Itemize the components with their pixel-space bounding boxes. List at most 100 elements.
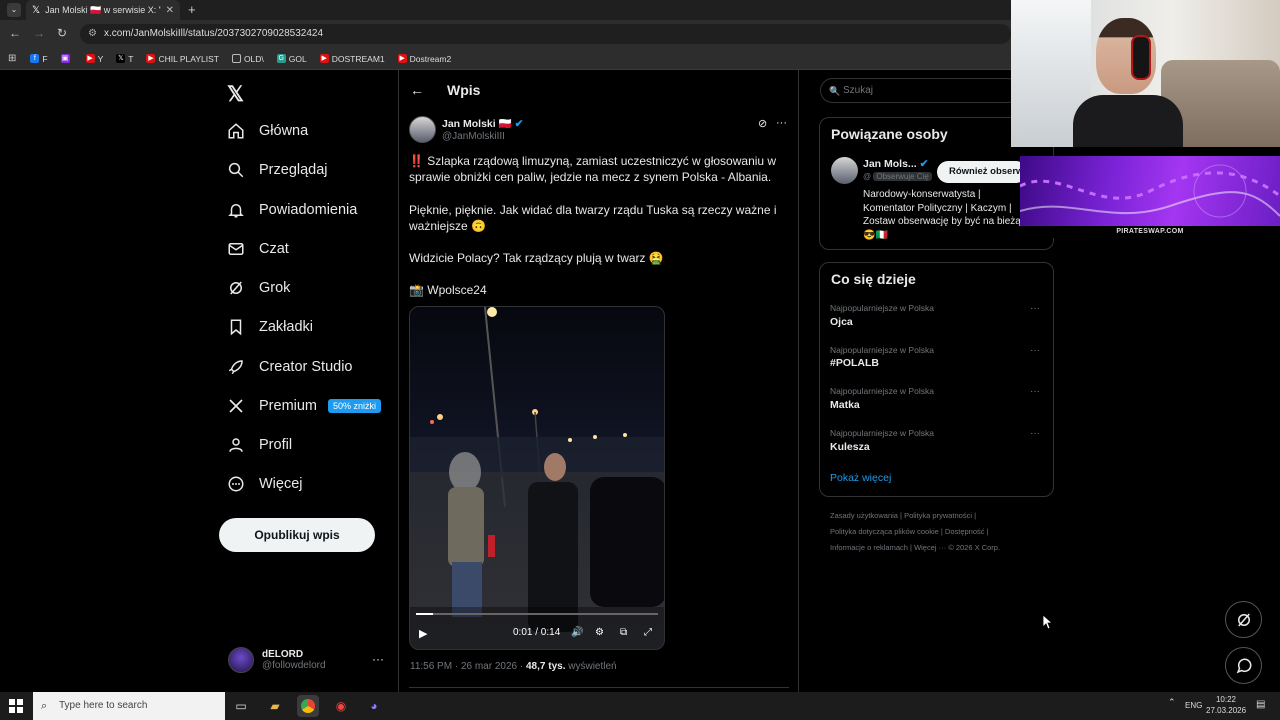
chrome-icon[interactable] xyxy=(297,695,319,717)
author-name[interactable]: Jan Molski 🇵🇱 ✔ xyxy=(442,117,523,130)
related-bio: Narodowy-konserwatysta | Komentator Poli… xyxy=(863,189,1021,241)
post-more-icon[interactable]: ··· xyxy=(776,117,787,129)
fullscreen-icon[interactable]: ⤢ xyxy=(644,627,652,638)
volume-icon[interactable]: 🔊 xyxy=(571,627,583,638)
back-arrow-icon[interactable]: ← xyxy=(410,82,424,98)
trend-name[interactable]: Matka xyxy=(830,399,860,411)
author-avatar[interactable] xyxy=(409,116,436,143)
tray-overflow-icon[interactable]: ⌃ xyxy=(1168,697,1176,708)
nav-label: Grok xyxy=(259,280,291,296)
premium-discount-badge: 50% zniżki xyxy=(328,399,382,413)
account-handle: @followdelord xyxy=(262,660,326,671)
trend-more-icon[interactable]: ··· xyxy=(1030,303,1040,314)
video-frame xyxy=(410,307,664,649)
messages-floating-button[interactable] xyxy=(1225,647,1262,684)
taskbar-search-input[interactable]: ⌕ Type here to search xyxy=(33,692,225,720)
grok-floating-button[interactable] xyxy=(1225,601,1262,638)
back-icon[interactable]: ← xyxy=(9,26,21,40)
post-timestamp[interactable]: 11:56 PM · 26 mar 2026 xyxy=(410,661,517,672)
bookmark-item[interactable]: ▶ CHIL PLAYLIST xyxy=(146,54,219,64)
discord-app-icon[interactable]: ◕ xyxy=(363,695,385,717)
trend-name[interactable]: Ojca xyxy=(830,316,853,328)
close-tab-icon[interactable]: ✕ xyxy=(166,5,180,16)
nav-label: Powiadomienia xyxy=(259,202,358,218)
nav-more[interactable]: Więcej xyxy=(227,475,303,493)
account-more-icon[interactable]: ··· xyxy=(372,652,384,666)
footer-links[interactable]: Informacje o reklamach | Więcej ··· © 20… xyxy=(830,543,1000,552)
post-text-paragraph: ‼️ Szlapka rządową limuzyną, zamiast ucz… xyxy=(409,154,777,184)
related-name[interactable]: Jan Mols... ✔ xyxy=(863,158,928,170)
bookmark-item[interactable]: ▣ xyxy=(60,54,73,63)
youtube-icon: ▶ xyxy=(85,54,95,63)
url-field[interactable]: ⚙ x.com/JanMolskiIll/status/203730270902… xyxy=(80,24,1011,44)
bookmark-item[interactable]: ▶ Y xyxy=(85,54,103,64)
nav-label: Przeglądaj xyxy=(259,162,328,178)
reload-icon[interactable]: ↻ xyxy=(57,26,67,40)
bookmark-item[interactable]: G GOL xyxy=(276,54,307,64)
bookmark-folder[interactable]: OLD\ xyxy=(231,54,264,64)
nav-bookmarks[interactable]: Zakładki xyxy=(227,318,313,336)
file-explorer-icon[interactable]: ▰ xyxy=(264,695,286,717)
youtube-icon: ▶ xyxy=(146,54,156,63)
publish-post-button[interactable]: Opublikuj wpis xyxy=(219,518,375,552)
tab-search-button[interactable]: ⌄ xyxy=(7,3,21,17)
bookmark-item[interactable]: ▶ Dostream2 xyxy=(397,54,451,64)
nav-profile[interactable]: Profil xyxy=(227,436,292,454)
task-view-icon[interactable]: ▭ xyxy=(230,695,252,717)
new-tab-button[interactable]: + xyxy=(188,2,196,17)
picture-in-picture-icon[interactable]: ⧉ xyxy=(620,627,627,638)
nav-creator-studio[interactable]: Creator Studio xyxy=(227,358,353,376)
browser-tab[interactable]: 𝕏 Jan Molski 🇵🇱 w serwisie X: " ✕ xyxy=(26,0,180,20)
search-input[interactable]: 🔍 Szukaj xyxy=(820,78,1020,103)
trend-more-icon[interactable]: ··· xyxy=(1030,428,1040,439)
site-info-icon[interactable]: ⚙ xyxy=(88,24,97,44)
related-avatar[interactable] xyxy=(831,157,858,184)
system-clock[interactable]: 10:22 27.03.2026 xyxy=(1206,694,1246,716)
nav-notifications[interactable]: Powiadomienia xyxy=(227,201,357,219)
forward-icon[interactable]: → xyxy=(33,26,45,40)
mail-icon xyxy=(228,243,244,255)
follows-you-badge: @ Obserwuje Cię xyxy=(863,172,932,181)
footer-links[interactable]: Polityka dotycząca plików cookie | Dostę… xyxy=(830,527,989,536)
folder-icon xyxy=(231,54,241,63)
nav-chat[interactable]: Czat xyxy=(227,240,289,258)
youtube-icon: ▶ xyxy=(319,54,329,63)
account-switcher[interactable]: dELORD @followdelord xyxy=(228,647,326,673)
apps-grid-icon[interactable]: ⊞ xyxy=(8,53,16,64)
windows-start-icon[interactable] xyxy=(9,699,23,713)
author-handle[interactable]: @JanMolskiIII xyxy=(442,131,505,142)
show-more-link[interactable]: Pokaż więcej xyxy=(830,472,891,484)
grok-explain-icon[interactable]: ⊘ xyxy=(758,117,767,130)
bookmark-item[interactable]: 𝕏T xyxy=(116,54,133,64)
twitch-icon: ▣ xyxy=(60,54,70,63)
nav-label: Więcej xyxy=(259,476,303,492)
x-icon xyxy=(229,399,243,413)
video-progress-track[interactable] xyxy=(416,613,658,615)
trend-more-icon[interactable]: ··· xyxy=(1030,345,1040,356)
nav-explore[interactable]: Przeglądaj xyxy=(227,161,328,179)
views-label: wyświetleń xyxy=(568,661,617,672)
bookmark-item[interactable]: fF xyxy=(30,54,48,64)
obs-app-icon[interactable]: ◉ xyxy=(330,695,352,717)
x-logo-icon[interactable]: 𝕏 xyxy=(227,82,244,107)
clock-date: 27.03.2026 xyxy=(1206,706,1247,715)
settings-icon[interactable]: ⚙ xyxy=(595,627,604,638)
column-divider xyxy=(798,70,799,692)
trend-name[interactable]: #POLALB xyxy=(830,357,879,369)
play-icon[interactable]: ▶ xyxy=(419,627,427,640)
video-player[interactable] xyxy=(409,306,665,650)
chat-bubble-icon xyxy=(1236,658,1251,673)
nav-premium[interactable]: Premium 50% zniżki xyxy=(227,397,382,415)
trend-more-icon[interactable]: ··· xyxy=(1030,386,1040,397)
trend-name[interactable]: Kulesza xyxy=(830,441,870,453)
post-text-paragraph: Pięknie, pięknie. Jak widać dla twarzy r… xyxy=(409,203,777,233)
trend-category: Najpopularniejsze w Polska xyxy=(830,428,934,438)
nav-grok[interactable]: Grok xyxy=(227,279,290,297)
post-meta: 11:56 PM · 26 mar 2026 · 48,7 tys. wyświ… xyxy=(410,661,617,672)
nav-home[interactable]: Główna xyxy=(227,122,308,140)
bookmark-item[interactable]: ▶ DOSTREAM1 xyxy=(319,54,385,64)
follow-back-button[interactable]: Również obserwuj xyxy=(937,161,1027,183)
language-indicator[interactable]: ENG xyxy=(1185,701,1202,710)
notification-center-icon[interactable]: ▤ xyxy=(1256,699,1265,710)
footer-links[interactable]: Zasady użytkowania | Polityka prywatnośc… xyxy=(830,511,976,520)
